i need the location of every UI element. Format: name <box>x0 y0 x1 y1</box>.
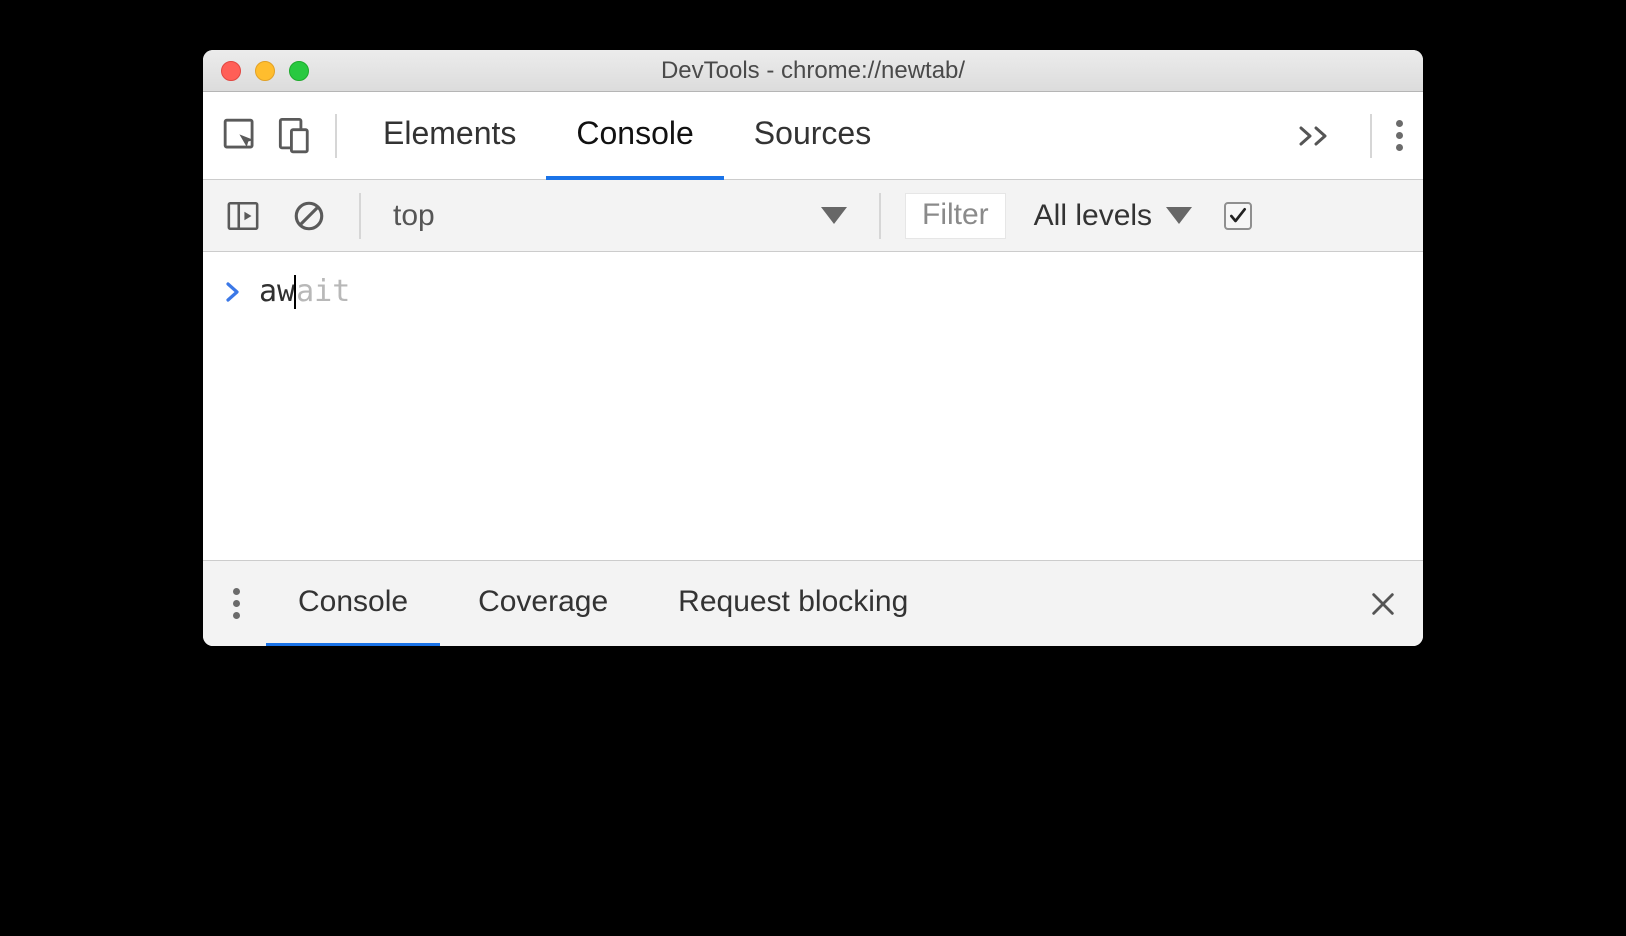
preserve-log-checkbox[interactable] <box>1224 202 1252 230</box>
context-selector[interactable]: top <box>385 199 855 233</box>
typed-text: aw <box>259 274 295 309</box>
devtools-window: DevTools - chrome://newtab/ Elements Con… <box>203 50 1423 646</box>
tab-console[interactable]: Console <box>546 92 723 180</box>
divider <box>1370 114 1372 158</box>
autocomplete-ghost: ait <box>296 274 350 309</box>
filter-placeholder: Filter <box>922 198 989 231</box>
tab-label: Console <box>576 115 693 152</box>
console-body: await <box>203 252 1423 560</box>
tab-label: Elements <box>383 115 516 152</box>
log-levels-selector[interactable]: All levels <box>1034 199 1192 233</box>
filter-input[interactable]: Filter <box>905 193 1006 239</box>
window-title: DevTools - chrome://newtab/ <box>203 57 1423 85</box>
chevron-down-icon <box>1166 207 1192 224</box>
more-tabs-icon[interactable] <box>1280 125 1354 147</box>
levels-label: All levels <box>1034 199 1152 233</box>
drawer-tab-request-blocking[interactable]: Request blocking <box>646 561 940 647</box>
prompt-chevron-icon <box>225 281 241 303</box>
drawer-tab-label: Console <box>298 585 408 619</box>
close-drawer-icon[interactable] <box>1365 590 1401 618</box>
window-zoom-button[interactable] <box>289 61 309 81</box>
chevron-down-icon <box>821 207 847 224</box>
window-close-button[interactable] <box>221 61 241 81</box>
drawer-menu-icon[interactable] <box>225 588 248 619</box>
main-tabs-bar: Elements Console Sources <box>203 92 1423 180</box>
tab-sources[interactable]: Sources <box>724 92 901 180</box>
inspect-element-icon[interactable] <box>215 110 267 162</box>
drawer-tab-label: Request blocking <box>678 585 908 619</box>
drawer-tabs-bar: Console Coverage Request blocking <box>203 560 1423 646</box>
tab-elements[interactable]: Elements <box>353 92 546 180</box>
device-toggle-icon[interactable] <box>267 110 319 162</box>
clear-console-icon[interactable] <box>283 190 335 242</box>
toggle-console-sidebar-icon[interactable] <box>217 190 269 242</box>
context-label: top <box>393 199 435 233</box>
console-prompt-line[interactable]: await <box>225 274 1401 309</box>
window-traffic-lights <box>203 61 309 81</box>
divider <box>879 193 881 239</box>
devtools-menu-icon[interactable] <box>1388 120 1411 151</box>
console-input[interactable]: await <box>259 274 350 309</box>
window-minimize-button[interactable] <box>255 61 275 81</box>
drawer-tab-label: Coverage <box>478 585 608 619</box>
tab-label: Sources <box>754 115 871 152</box>
divider <box>335 114 337 158</box>
drawer-tab-console[interactable]: Console <box>266 561 440 647</box>
drawer-tab-coverage[interactable]: Coverage <box>446 561 640 647</box>
divider <box>359 193 361 239</box>
console-toolbar: top Filter All levels <box>203 180 1423 252</box>
window-titlebar: DevTools - chrome://newtab/ <box>203 50 1423 92</box>
